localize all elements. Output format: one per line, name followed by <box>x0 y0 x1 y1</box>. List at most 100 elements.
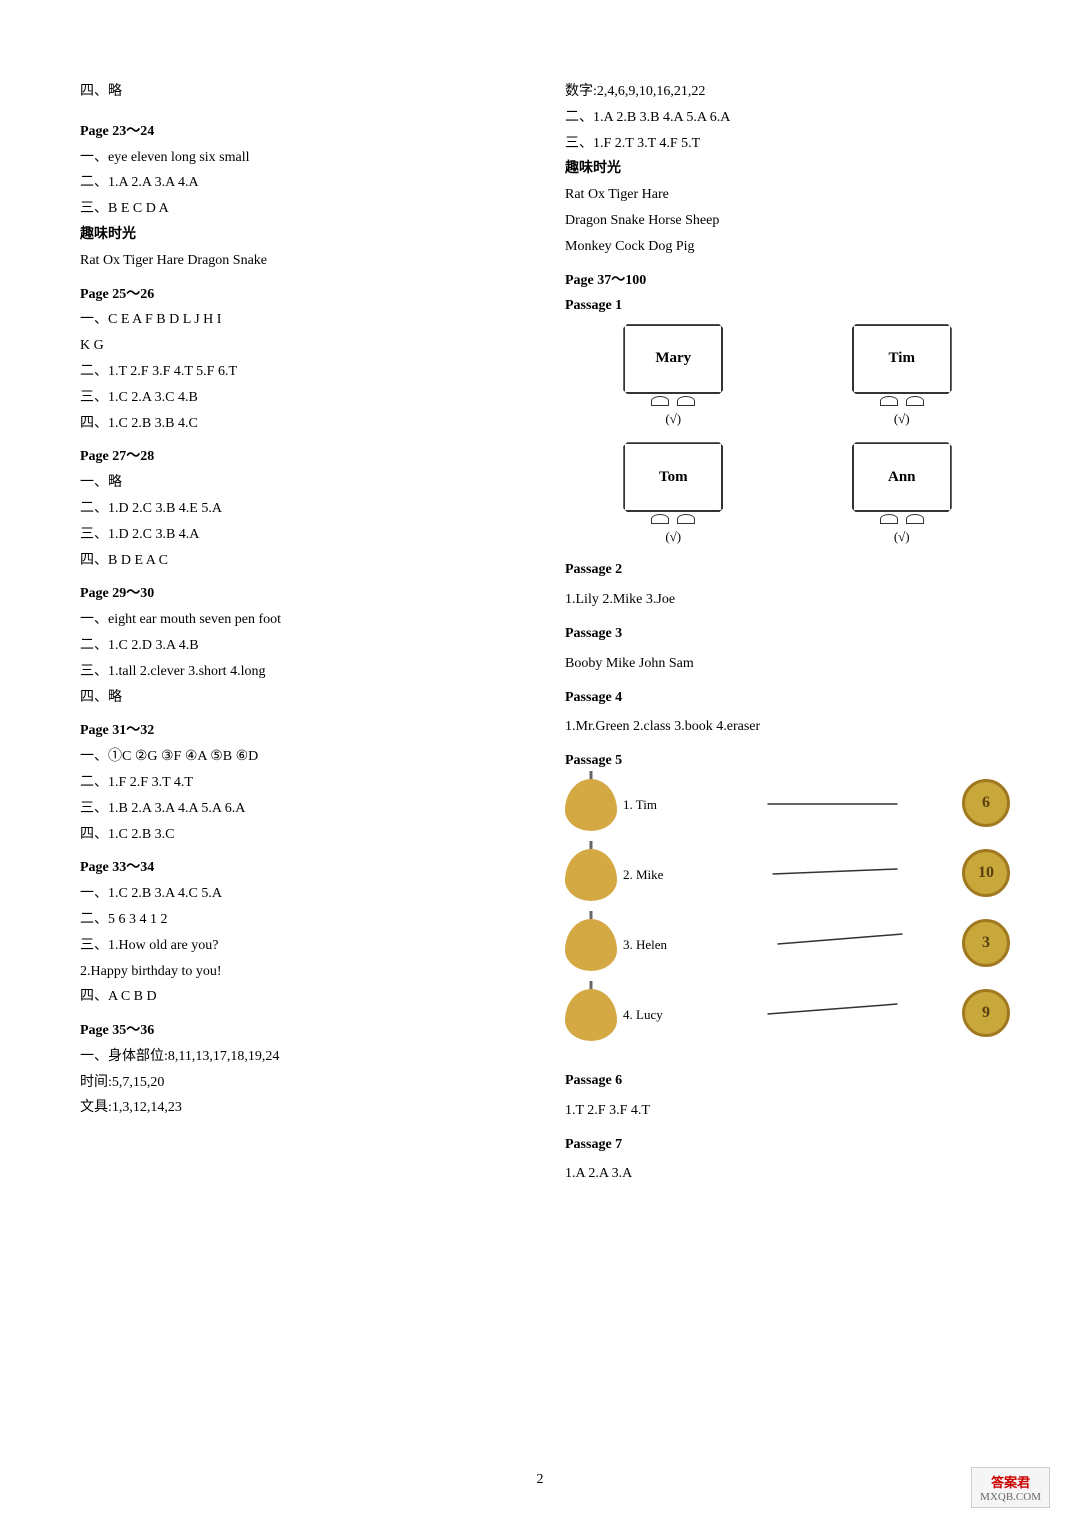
line-29-1: 一、eight ear mouth seven pen foot <box>80 608 525 632</box>
card-box-tim: Tim <box>852 324 952 394</box>
char-card-tom: Tom (√) <box>565 442 782 548</box>
foot-right-ann <box>906 514 924 524</box>
card-feet-mary <box>651 396 695 406</box>
section-title-25-26: Page 25～26 <box>80 283 525 307</box>
line-23-5: Rat Ox Tiger Hare Dragon Snake <box>80 249 525 273</box>
line-27-4: 四、B D E A C <box>80 549 525 573</box>
p5-left-helen: 3. Helen <box>565 919 667 971</box>
top-header: 四、略 <box>80 80 525 104</box>
card-check-ann: (√) <box>894 526 910 548</box>
right-line-2: 三、1.F 2.T 3.T 4.F 5.T <box>565 132 1010 156</box>
p5-right-9: 9 <box>962 989 1010 1037</box>
p5-label-tim: 1. Tim <box>623 794 657 816</box>
passage6-title: Passage 6 <box>565 1069 1010 1093</box>
header-text: 四、略 <box>80 84 122 99</box>
card-check-mary: (√) <box>665 408 681 430</box>
p5-left-tim: 1. Tim <box>565 779 667 831</box>
foot-left-ann <box>880 514 898 524</box>
passage2-title: Passage 2 <box>565 558 1010 582</box>
passage1-section: Passage 1 Mary (√) <box>565 294 1010 548</box>
passage5-section: Passage 5 1. Tim 2. Mike <box>565 749 1010 1059</box>
apple-4 <box>565 989 617 1041</box>
passage3-section: Passage 3 Booby Mike John Sam <box>565 622 1010 676</box>
foot-right-tom <box>677 514 695 524</box>
card-check-tim: (√) <box>894 408 910 430</box>
card-name-mary: Mary <box>655 346 691 372</box>
section-page27-28: Page 27～28 一、略 二、1.D 2.C 3.B 4.E 5.A 三、1… <box>80 445 525 572</box>
section-page33-34: Page 33～34 一、1.C 2.B 3.A 4.C 5.A 二、5 6 3… <box>80 856 525 1009</box>
section-title-23-24: Page 23～24 <box>80 120 525 144</box>
foot-left-mary <box>651 396 669 406</box>
coin-6: 6 <box>962 779 1010 827</box>
passage5-matching: 1. Tim 2. Mike 3. Helen <box>565 779 1010 1059</box>
line-25-4: 四、1.C 2.B 3.B 4.C <box>80 412 525 436</box>
line-33-4: 四、A C B D <box>80 985 525 1009</box>
section-title-29-30: Page 29～30 <box>80 582 525 606</box>
passage1-title: Passage 1 <box>565 294 1010 318</box>
watermark-box: 答案君 MXQB.COM <box>971 1467 1050 1508</box>
passage1-cards-grid: Mary (√) Tim <box>565 324 1010 548</box>
line-29-3: 三、1.tall 2.clever 3.short 4.long <box>80 660 525 684</box>
line-33-1: 一、1.C 2.B 3.A 4.C 5.A <box>80 882 525 906</box>
right-line-1: 二、1.A 2.B 3.B 4.A 5.A 6.A <box>565 106 1010 130</box>
foot-left-tom <box>651 514 669 524</box>
apple-3 <box>565 919 617 971</box>
passage7-title: Passage 7 <box>565 1133 1010 1157</box>
coin-9: 9 <box>962 989 1010 1037</box>
card-feet-ann <box>880 514 924 524</box>
right-line-4: Rat Ox Tiger Hare <box>565 183 1010 207</box>
page-number: 2 <box>537 1472 544 1488</box>
coin-3: 3 <box>962 919 1010 967</box>
watermark: 答案君 MXQB.COM <box>971 1467 1050 1508</box>
passage6-line1: 1.T 2.F 3.F 4.T <box>565 1099 1010 1123</box>
p5-left-lucy: 4. Lucy <box>565 989 667 1041</box>
watermark-line2: MXQB.COM <box>980 1491 1041 1503</box>
passage3-title: Passage 3 <box>565 622 1010 646</box>
watermark-line1: 答案君 <box>980 1472 1041 1491</box>
line-35-3: 文具:1,3,12,14,23 <box>80 1096 525 1120</box>
line-23-2: 二、1.A 2.A 3.A 4.A <box>80 171 525 195</box>
section-page25-26: Page 25～26 一、C E A F B D L J H I K G 二、1… <box>80 283 525 436</box>
page37-title: Page 37～100 <box>565 269 1010 293</box>
line-25-1b: K G <box>80 334 525 358</box>
foot-right-mary <box>677 396 695 406</box>
p5-label-helen: 3. Helen <box>623 934 667 956</box>
line-31-3: 三、1.B 2.A 3.A 4.A 5.A 6.A <box>80 797 525 821</box>
line-25-2: 二、1.T 2.F 3.F 4.T 5.F 6.T <box>80 360 525 384</box>
apple-1 <box>565 779 617 831</box>
right-line-0: 数字:2,4,6,9,10,16,21,22 <box>565 80 1010 104</box>
section-page37-100: Page 37～100 Passage 1 Mary <box>565 269 1010 1187</box>
line-33-3b: 2.Happy birthday to you! <box>80 960 525 984</box>
passage7-line1: 1.A 2.A 3.A <box>565 1162 1010 1186</box>
line-27-2: 二、1.D 2.C 3.B 4.E 5.A <box>80 497 525 521</box>
passage2-section: Passage 2 1.Lily 2.Mike 3.Joe <box>565 558 1010 612</box>
p5-right-6: 6 <box>962 779 1010 827</box>
passage7-section: Passage 7 1.A 2.A 3.A <box>565 1133 1010 1187</box>
line-29-4: 四、略 <box>80 686 525 710</box>
line-35-2: 时间:5,7,15,20 <box>80 1071 525 1095</box>
p5-label-lucy: 4. Lucy <box>623 1004 663 1026</box>
card-box-ann: Ann <box>852 442 952 512</box>
line-23-1: 一、eye eleven long six small <box>80 146 525 170</box>
line-31-4: 四、1.C 2.B 3.C <box>80 823 525 847</box>
right-line-5: Dragon Snake Horse Sheep <box>565 209 1010 233</box>
section-title-27-28: Page 27～28 <box>80 445 525 469</box>
p5-right-3: 3 <box>962 919 1010 967</box>
line-31-1: 一、①C ②G ③F ④A ⑤B ⑥D <box>80 745 525 769</box>
passage4-line1: 1.Mr.Green 2.class 3.book 4.eraser <box>565 715 1010 739</box>
card-check-tom: (√) <box>665 526 681 548</box>
line-29-2: 二、1.C 2.D 3.A 4.B <box>80 634 525 658</box>
right-line-6: Monkey Cock Dog Pig <box>565 235 1010 259</box>
p5-left-mike: 2. Mike <box>565 849 667 901</box>
passage2-line1: 1.Lily 2.Mike 3.Joe <box>565 588 1010 612</box>
line-31-2: 二、1.F 2.F 3.T 4.T <box>80 771 525 795</box>
section-page29-30: Page 29～30 一、eight ear mouth seven pen f… <box>80 582 525 709</box>
card-box-tom: Tom <box>623 442 723 512</box>
line-33-3: 三、1.How old are you? <box>80 934 525 958</box>
card-box-mary: Mary <box>623 324 723 394</box>
line-33-2: 二、5 6 3 4 1 2 <box>80 908 525 932</box>
p5-label-mike: 2. Mike <box>623 864 663 886</box>
card-name-tim: Tim <box>889 346 915 372</box>
line-27-1: 一、略 <box>80 471 525 495</box>
section-page31-32: Page 31～32 一、①C ②G ③F ④A ⑤B ⑥D 二、1.F 2.F… <box>80 719 525 846</box>
